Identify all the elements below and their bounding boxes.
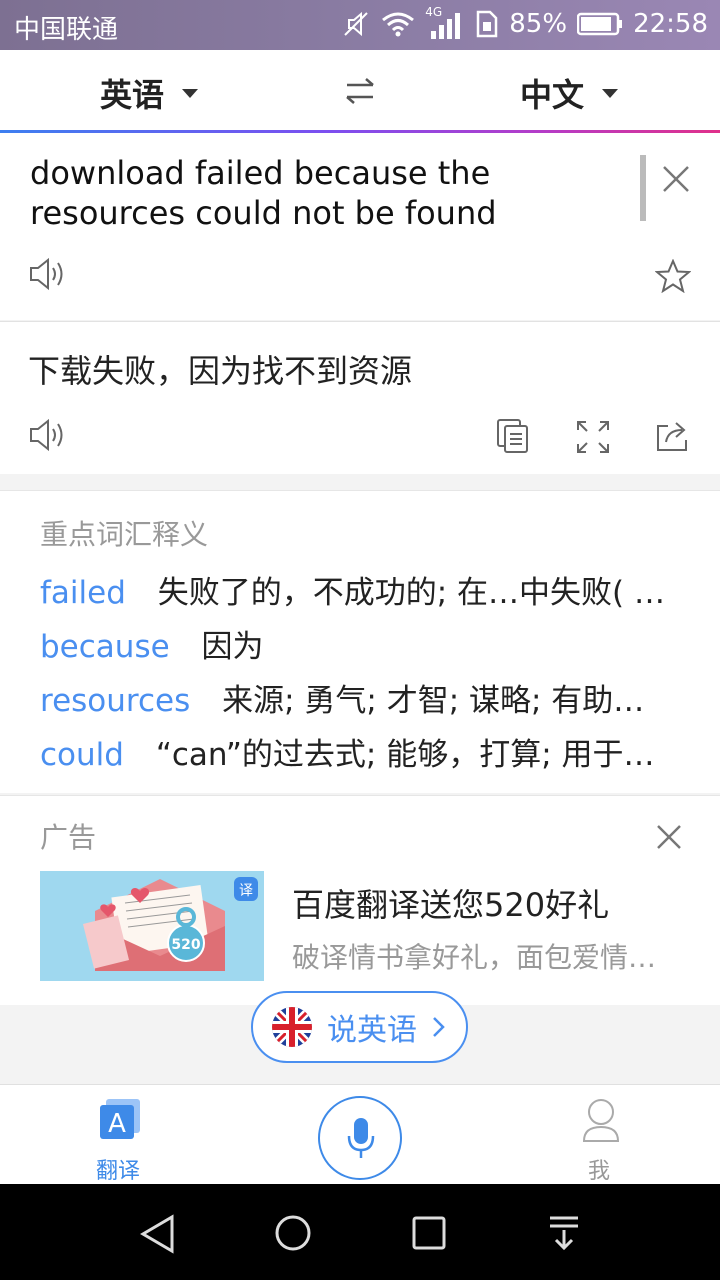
text-cursor — [640, 155, 646, 221]
speak-english-label: 说英语 — [327, 1013, 417, 1048]
nav-me-tab[interactable]: 我 — [576, 1097, 626, 1184]
nav-me-label: 我 — [588, 1159, 611, 1184]
speak-english-button[interactable]: 说英语 — [251, 991, 468, 1063]
battery-icon — [577, 12, 623, 36]
target-language-selector[interactable]: 中文 — [520, 70, 619, 116]
chevron-down-icon — [182, 88, 199, 98]
user-profile-icon — [582, 1099, 620, 1142]
voice-input-button[interactable] — [318, 1096, 402, 1180]
speaker-icon[interactable] — [28, 257, 68, 291]
speaker-icon[interactable] — [28, 418, 68, 452]
signal-icon: 4G — [425, 5, 465, 39]
ad-card[interactable]: 广告 520 译 百度翻译送您520好礼 破译情书拿好礼，面包爱情… — [0, 795, 720, 1005]
envelope-illustration: 520 译 — [40, 871, 264, 981]
back-icon[interactable] — [140, 1214, 176, 1254]
vocab-item[interactable]: resources 来源; 勇气; 才智; 谋略; 有助… — [40, 675, 690, 720]
star-icon[interactable] — [655, 259, 691, 293]
swap-languages-icon[interactable] — [345, 78, 375, 104]
share-icon[interactable] — [654, 418, 692, 454]
nav-translate-tab[interactable]: A 翻译 — [90, 1097, 150, 1184]
mute-icon — [344, 11, 368, 37]
clock: 22:58 — [633, 9, 708, 39]
wifi-icon — [382, 12, 415, 37]
recents-icon[interactable] — [412, 1216, 446, 1250]
ad-badge-text: 520 — [171, 937, 200, 953]
ad-label: 广告 — [40, 821, 97, 854]
carrier-name: 中国联通 — [14, 15, 119, 45]
vocab-definition: 因为 — [201, 629, 264, 665]
bottom-navigation: A 翻译 我 — [0, 1084, 720, 1184]
ad-subtitle: 破译情书拿好礼，面包爱情… — [292, 941, 657, 974]
translate-icon: A — [100, 1099, 140, 1139]
uk-flag-icon — [272, 1007, 312, 1047]
vocab-title: 重点词汇释义 — [40, 518, 209, 551]
app-logo-badge: 译 — [239, 883, 253, 899]
source-language-selector[interactable]: 英语 — [100, 70, 199, 116]
vocab-word: because — [40, 629, 170, 665]
system-navigation-bar — [0, 1184, 720, 1280]
microphone-icon — [347, 1118, 375, 1158]
chevron-right-icon — [433, 1017, 445, 1037]
vocab-word: failed — [40, 575, 126, 611]
vocab-word: could — [40, 737, 124, 773]
vocab-item[interactable]: could “can”的过去式; 能够，打算; 用于… — [40, 729, 690, 774]
ad-thumbnail[interactable]: 520 译 — [40, 871, 264, 981]
vocab-definition: 失败了的，不成功的; 在…中失败( … — [157, 575, 665, 611]
translation-result-panel: 下载失败，因为找不到资源 — [0, 321, 720, 474]
vocab-item[interactable]: because 因为 — [40, 621, 690, 666]
close-ad-icon[interactable] — [656, 824, 682, 850]
vocab-word: resources — [40, 683, 191, 719]
copy-icon[interactable] — [496, 418, 530, 454]
source-text-panel: download failed because the resources co… — [0, 133, 720, 320]
status-bar: 中国联通 4G 85% 22:58 — [0, 0, 720, 50]
vocab-item[interactable]: failed 失败了的，不成功的; 在…中失败( … — [40, 567, 690, 612]
ad-title: 百度翻译送您520好礼 — [292, 886, 610, 924]
notification-pull-icon[interactable] — [548, 1214, 580, 1252]
status-icons: 4G 85% 22:58 — [341, 5, 708, 39]
translation-result-text: 下载失败，因为找不到资源 — [28, 352, 413, 390]
sim-icon — [477, 10, 498, 38]
battery-percent: 85% — [509, 9, 568, 39]
translate-icon-letter: A — [108, 1109, 126, 1139]
fullscreen-icon[interactable] — [576, 420, 610, 454]
clear-input-icon[interactable] — [662, 165, 690, 193]
source-text-input[interactable]: download failed because the resources co… — [30, 153, 630, 233]
nav-translate-label: 翻译 — [96, 1159, 141, 1184]
home-icon[interactable] — [274, 1214, 312, 1252]
chevron-down-icon — [602, 88, 619, 98]
vocab-definition: “can”的过去式; 能够，打算; 用于… — [155, 737, 655, 773]
vocab-definition: 来源; 勇气; 才智; 谋略; 有助… — [222, 683, 645, 719]
key-vocabulary-panel: 重点词汇释义 failed 失败了的，不成功的; 在…中失败( … becaus… — [0, 490, 720, 793]
language-bar: 英语 中文 — [0, 50, 720, 133]
source-language-label: 英语 — [100, 76, 165, 114]
target-language-label: 中文 — [520, 76, 585, 114]
